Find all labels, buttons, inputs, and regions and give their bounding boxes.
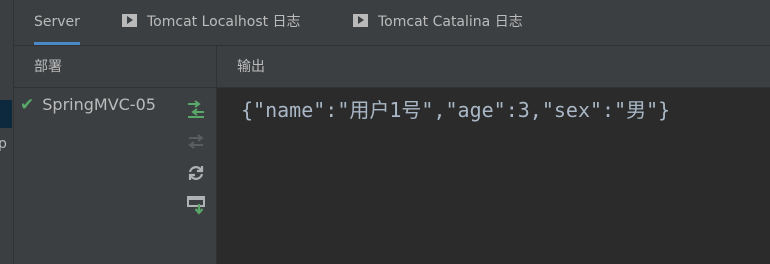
redeploy-icon — [188, 100, 204, 118]
output-pane: 输出 {"name":"用户1号","age":3,"sex":"男"} — [217, 46, 770, 264]
deploy-all-icon — [187, 196, 205, 215]
deployment-item[interactable]: ✔ SpringMVC-05 — [20, 95, 156, 115]
deployment-item-label: SpringMVC-05 — [42, 95, 156, 114]
deployment-header: 部署 — [14, 46, 216, 88]
tab-tomcat-catalina-log[interactable]: Tomcat Catalina 日志 — [353, 0, 523, 45]
tab-server[interactable]: Server — [34, 0, 80, 45]
check-icon: ✔ — [20, 95, 35, 115]
truncated-label: p — [0, 136, 7, 152]
log-icon — [122, 14, 137, 27]
tab-label: Tomcat Catalina 日志 — [378, 14, 523, 30]
redeploy-button[interactable] — [185, 98, 207, 120]
output-header: 输出 — [217, 46, 770, 88]
output-console-text[interactable]: {"name":"用户1号","age":3,"sex":"男"} — [241, 94, 670, 123]
deployment-toolbar — [185, 98, 207, 226]
deployment-pane: 部署 ✔ SpringMVC-05 — [14, 46, 217, 264]
undeploy-icon — [188, 134, 204, 149]
tab-bar: Server Tomcat Localhost 日志 Tomcat Catali… — [14, 0, 770, 46]
tab-tomcat-localhost-log[interactable]: Tomcat Localhost 日志 — [122, 0, 301, 45]
undeploy-button[interactable] — [185, 130, 207, 152]
refresh-button[interactable] — [185, 162, 207, 184]
refresh-icon — [188, 166, 204, 180]
left-side-strip: p — [0, 0, 14, 264]
log-icon — [353, 14, 368, 27]
selected-row-marker — [0, 100, 12, 128]
tab-label: Tomcat Localhost 日志 — [147, 14, 301, 30]
tab-label: Server — [34, 14, 80, 30]
deploy-all-button[interactable] — [185, 194, 207, 216]
